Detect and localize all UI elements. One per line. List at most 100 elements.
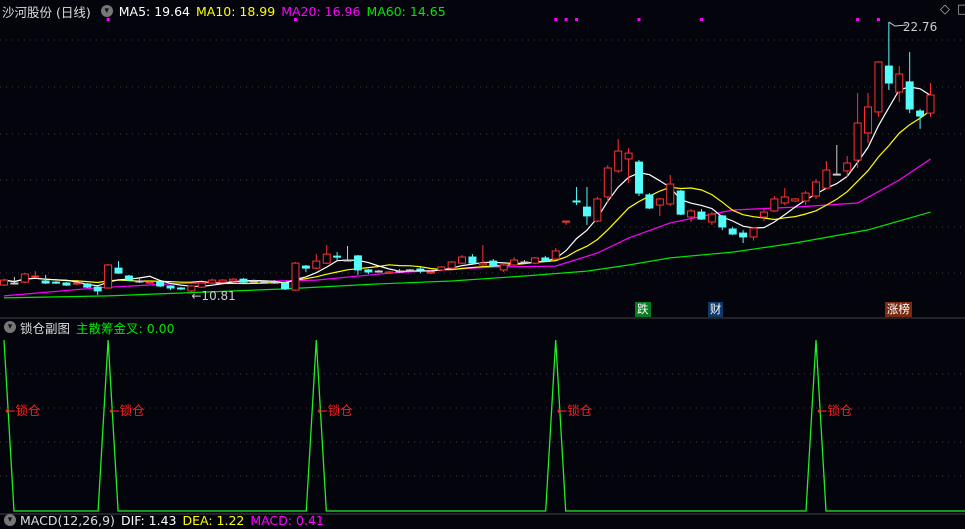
candle-down — [124, 275, 133, 281]
ma5-legend: MA5: 19.64 — [118, 3, 190, 19]
lock-position-label: ←锁仓 — [816, 403, 853, 418]
ma5-line — [3, 86, 931, 288]
candle-up — [603, 167, 612, 198]
candle-up — [874, 61, 883, 113]
candle-down — [260, 281, 269, 284]
candle-up — [0, 279, 8, 286]
candle-up — [104, 264, 113, 289]
candle-down — [884, 65, 893, 84]
candle-up — [426, 271, 435, 274]
candle-down — [166, 285, 175, 289]
candle-down — [582, 206, 591, 217]
lock-position-label: ←锁仓 — [317, 403, 353, 418]
candle-down — [156, 281, 165, 287]
signal-dot — [856, 18, 860, 21]
ma20-line — [3, 158, 931, 297]
window-icon[interactable]: □ — [957, 2, 965, 17]
candle-up — [562, 220, 571, 223]
macd-panel-header: ▾ MACD(12,26,9) DIF: 1.43 DEA: 1.22 MACD… — [0, 511, 324, 529]
candle-down — [541, 257, 550, 262]
chevron-down-icon[interactable]: ▾ — [100, 5, 113, 17]
signal-dot — [575, 18, 579, 21]
candle-down — [520, 261, 529, 264]
candle-down — [135, 280, 144, 283]
candle-down — [916, 110, 925, 117]
candle-up — [437, 266, 446, 271]
candle-up — [843, 162, 852, 172]
lock-position-label: ←锁仓 — [556, 403, 593, 418]
signal-dot — [564, 18, 568, 21]
candle-up — [510, 259, 519, 266]
candle-up — [624, 152, 633, 160]
low-price-label: ←10.81 — [191, 289, 235, 303]
event-marker[interactable]: 涨榜 — [884, 302, 912, 317]
ma60-legend: MA60: 14.65 — [366, 3, 446, 19]
candle-up — [458, 256, 467, 264]
sub-panel-header: ▾ 锁仓副图 主散筹金叉: 0.00 — [0, 318, 175, 336]
diamond-icon[interactable]: ◇ — [940, 2, 950, 17]
candle-up — [31, 275, 40, 278]
candle-up — [801, 192, 810, 202]
candle-up — [197, 282, 206, 288]
macd-dea: DEA: 1.22 — [182, 512, 245, 528]
candle-up — [853, 122, 862, 161]
candle-down — [62, 282, 71, 286]
candle-down — [405, 269, 414, 272]
candle-down — [416, 268, 425, 271]
candle-down — [353, 255, 362, 271]
candle-down — [697, 211, 706, 220]
candle-down — [41, 280, 50, 284]
event-marker[interactable]: 财 — [707, 302, 724, 317]
macd-value: MACD: 0.41 — [250, 512, 324, 528]
signal-dot — [699, 18, 703, 21]
candle-down — [52, 281, 61, 284]
candle-up — [780, 196, 789, 204]
candle-down — [676, 190, 685, 215]
candle-down — [395, 270, 404, 273]
macd-dif: DIF: 1.43 — [120, 512, 177, 528]
candle-down — [905, 81, 914, 110]
candle-down — [281, 282, 290, 290]
high-price-label: 22.76 — [903, 20, 937, 34]
candle-up — [291, 262, 300, 291]
candle-up — [666, 183, 675, 205]
event-marker[interactable]: 跌 — [635, 302, 651, 317]
candle-up — [593, 198, 602, 222]
candle-down — [114, 267, 123, 274]
candle-up — [229, 278, 238, 282]
candle-up — [447, 261, 456, 269]
candle-down — [645, 194, 654, 209]
lock-position-label: ←锁仓 — [5, 403, 41, 418]
candle-up — [478, 262, 487, 266]
stock-title: 沙河股份 (日线) — [2, 4, 91, 20]
candle-down — [718, 215, 727, 228]
candle-down — [468, 256, 477, 264]
candle-down — [270, 281, 279, 284]
candle-up — [687, 210, 696, 218]
lock-indicator-line — [3, 339, 965, 512]
candle-down — [93, 286, 102, 292]
chevron-down-icon[interactable]: ▾ — [4, 321, 16, 333]
candle-up — [655, 198, 664, 206]
candle-up — [385, 271, 394, 274]
chevron-down-icon[interactable]: ▾ — [4, 514, 16, 526]
candle-down — [572, 200, 581, 203]
candle-up — [926, 94, 935, 114]
candle-up — [614, 150, 623, 172]
signal-dot — [637, 18, 641, 21]
candle-up — [145, 281, 154, 284]
candle-down — [83, 283, 92, 288]
candle-up — [811, 181, 820, 197]
candle-down — [301, 265, 310, 269]
sub-panel-title: 锁仓副图 — [20, 320, 71, 336]
candle-down — [239, 278, 248, 283]
candle-down — [832, 173, 841, 176]
ma10-line — [3, 110, 931, 285]
candle-up — [551, 250, 560, 260]
chart-canvas: 22.76 ←10.81 — [0, 18, 965, 515]
candle-up — [20, 273, 29, 283]
candle-down — [249, 280, 258, 283]
candle-down — [176, 287, 185, 290]
candle-down — [374, 270, 383, 273]
candle-up — [770, 198, 779, 212]
